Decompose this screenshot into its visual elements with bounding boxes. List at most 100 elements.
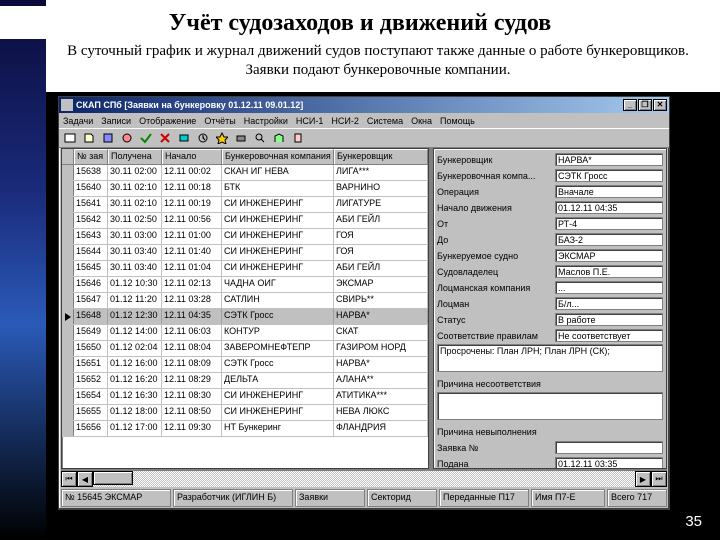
table-row[interactable]: 1564430.11 03:4012.11 01:40СИ ИНЖЕНЕРИНГ… <box>62 245 428 261</box>
tool-button[interactable] <box>289 130 307 146</box>
toolbar <box>59 128 669 148</box>
menu-item[interactable]: Окна <box>411 116 432 126</box>
app-icon <box>61 99 73 111</box>
scroll-first-icon[interactable]: ⏮ <box>61 471 77 487</box>
col-header[interactable]: № зая <box>74 149 108 164</box>
page-number: 35 <box>685 513 702 530</box>
row-indicator-icon <box>65 313 71 321</box>
table-row[interactable]: 1563830.11 02:0012.11 00:02СКАН ИГ НЕВАЛ… <box>62 165 428 181</box>
status-panel: Имя П7-Е <box>531 489 605 507</box>
field-value[interactable]: ... <box>555 281 663 294</box>
field-value[interactable]: Вначале <box>555 185 663 198</box>
field-value[interactable]: 01.12.11 03:35 <box>555 457 663 469</box>
status-panel: № 15645 ЭКСМАР <box>61 489 171 507</box>
menu-item[interactable]: Записи <box>101 116 131 126</box>
table-row[interactable]: 1565601.12 17:0012.11 09:30НТ БункерингФ… <box>62 421 428 437</box>
minimize-button[interactable]: _ <box>623 99 637 111</box>
scroll-right-icon[interactable]: ▶ <box>635 471 651 487</box>
table-row[interactable]: 1564801.12 12:3012.11 04:35СЭТК ГроссНАР… <box>62 309 428 325</box>
menu-item[interactable]: НСИ-2 <box>331 116 358 126</box>
status-panel: Заявки <box>295 489 365 507</box>
col-header[interactable]: Бункеровщик <box>334 149 428 164</box>
scroll-last-icon[interactable]: ⏭ <box>651 471 667 487</box>
scroll-thumb[interactable] <box>93 471 133 485</box>
reason-box[interactable] <box>437 392 663 420</box>
tool-button[interactable] <box>61 130 79 146</box>
correction-text: Просрочены: План ЛРН; План ЛРН (СК); <box>437 344 663 372</box>
field-label: Лоцманская компания <box>437 283 555 293</box>
status-panel: Всего 717 <box>607 489 667 507</box>
field-value[interactable]: РТ-4 <box>555 217 663 230</box>
table-row[interactable]: 1564330.11 03:0012.11 01:00СИ ИНЖЕНЕРИНГ… <box>62 229 428 245</box>
field-value[interactable]: БАЗ-2 <box>555 233 663 246</box>
menu-item[interactable]: Задачи <box>63 116 93 126</box>
field-value[interactable]: НАРВА* <box>555 153 663 166</box>
field-label: Бункеруемое судно <box>437 251 555 261</box>
window-title: СКАП СПб [Заявки на бункеровку 01.12.11 … <box>76 100 303 110</box>
tool-button[interactable] <box>118 130 136 146</box>
table-row[interactable]: 1564530.11 03:4012.11 01:04СИ ИНЖЕНЕРИНГ… <box>62 261 428 277</box>
col-header[interactable]: Начало <box>162 149 222 164</box>
detail-panel: БункеровщикНАРВА*Бункеровочная компа...С… <box>433 148 667 469</box>
table-row[interactable]: 1564701.12 11:2012.11 03:28САТЛИНСВИРЬ** <box>62 293 428 309</box>
field-label: От <box>437 219 555 229</box>
titlebar[interactable]: СКАП СПб [Заявки на бункеровку 01.12.11 … <box>59 97 669 113</box>
tool-button[interactable] <box>232 130 250 146</box>
field-label: Бункеровщик <box>437 155 555 165</box>
col-header[interactable]: Получена <box>108 149 162 164</box>
table-row[interactable]: 1565401.12 16:3012.11 08:30СИ ИНЖЕНЕРИНГ… <box>62 389 428 405</box>
field-label: Заявка № <box>437 443 555 453</box>
slide-subtitle: В суточный график и журнал движений судо… <box>46 40 710 86</box>
status-bar: № 15645 ЭКСМАР Разработчик (ИГЛИН Б) Зая… <box>61 489 667 507</box>
status-panel: Разработчик (ИГЛИН Б) <box>173 489 293 507</box>
table-row[interactable]: 1564601.12 10:3012.11 02:13ЧАДНА ОИГЭКСМ… <box>62 277 428 293</box>
close-button[interactable]: ✕ <box>653 99 667 111</box>
field-label: Причина невыполнения <box>437 427 555 437</box>
menu-item[interactable]: Отображение <box>139 116 196 126</box>
table-row[interactable]: 1564030.11 02:1012.11 00:18БТКВАРНИНО <box>62 181 428 197</box>
grid-header: № зая Получена Начало Бункеровочная комп… <box>62 149 428 165</box>
menu-item[interactable]: НСИ-1 <box>296 116 323 126</box>
tool-button[interactable] <box>213 130 231 146</box>
menu-item[interactable]: Помощь <box>440 116 475 126</box>
col-header[interactable]: Бункеровочная компания <box>222 149 334 164</box>
table-row[interactable]: 1565501.12 18:0012.11 08:50СИ ИНЖЕНЕРИНГ… <box>62 405 428 421</box>
field-value[interactable]: Маслов П.Е. <box>555 265 663 278</box>
table-row[interactable]: 1564230.11 02:5012.11 00:56СИ ИНЖЕНЕРИНГ… <box>62 213 428 229</box>
table-row[interactable]: 1564901.12 14:0012.11 06:03КОНТУРСКАТ <box>62 325 428 341</box>
app-window: СКАП СПб [Заявки на бункеровку 01.12.11 … <box>58 96 670 510</box>
field-label: Операция <box>437 187 555 197</box>
menu-item[interactable]: Система <box>367 116 403 126</box>
scroll-left-icon[interactable]: ◀ <box>77 471 93 487</box>
tool-button[interactable] <box>270 130 288 146</box>
menu-item[interactable]: Отчёты <box>204 116 235 126</box>
field-value[interactable]: Б/л... <box>555 297 663 310</box>
field-label: Подана <box>437 459 555 469</box>
tool-button[interactable] <box>251 130 269 146</box>
tool-button[interactable] <box>137 130 155 146</box>
table-row[interactable]: 1565101.12 16:0012.11 08:09СЭТК ГроссНАР… <box>62 357 428 373</box>
status-panel: Секторид <box>367 489 437 507</box>
menu-item[interactable]: Настройки <box>244 116 288 126</box>
tool-button[interactable] <box>194 130 212 146</box>
field-value[interactable]: СЭТК Гросс <box>555 169 663 182</box>
field-value[interactable]: В работе <box>555 313 663 326</box>
tool-button[interactable] <box>175 130 193 146</box>
slide-title: Учёт судозаходов и движений судов <box>0 6 720 39</box>
maximize-button[interactable]: ❐ <box>638 99 652 111</box>
tool-button[interactable] <box>80 130 98 146</box>
table-row[interactable]: 1565001.12 02:0412.11 08:04ЗАВЕРОМНЕФТЕП… <box>62 341 428 357</box>
field-value[interactable]: 01.12.11 04:35 <box>555 201 663 214</box>
field-label: Бункеровочная компа... <box>437 171 555 181</box>
status-panel: Переданные П17 <box>439 489 529 507</box>
table-row[interactable]: 1565201.12 16:2012.11 08:29ДЕЛЬТААЛАНА** <box>62 373 428 389</box>
field-value[interactable]: Не соответствует <box>555 329 663 342</box>
tool-button[interactable] <box>99 130 117 146</box>
field-value[interactable]: ЭКСМАР <box>555 249 663 262</box>
data-grid[interactable]: № зая Получена Начало Бункеровочная комп… <box>61 148 429 469</box>
scroll-track[interactable] <box>93 471 635 487</box>
h-scrollbar[interactable]: ⏮ ◀ ▶ ⏭ <box>61 471 667 487</box>
table-row[interactable]: 1564130.11 02:1012.11 00:19СИ ИНЖЕНЕРИНГ… <box>62 197 428 213</box>
tool-button[interactable] <box>156 130 174 146</box>
field-value[interactable] <box>555 441 663 454</box>
